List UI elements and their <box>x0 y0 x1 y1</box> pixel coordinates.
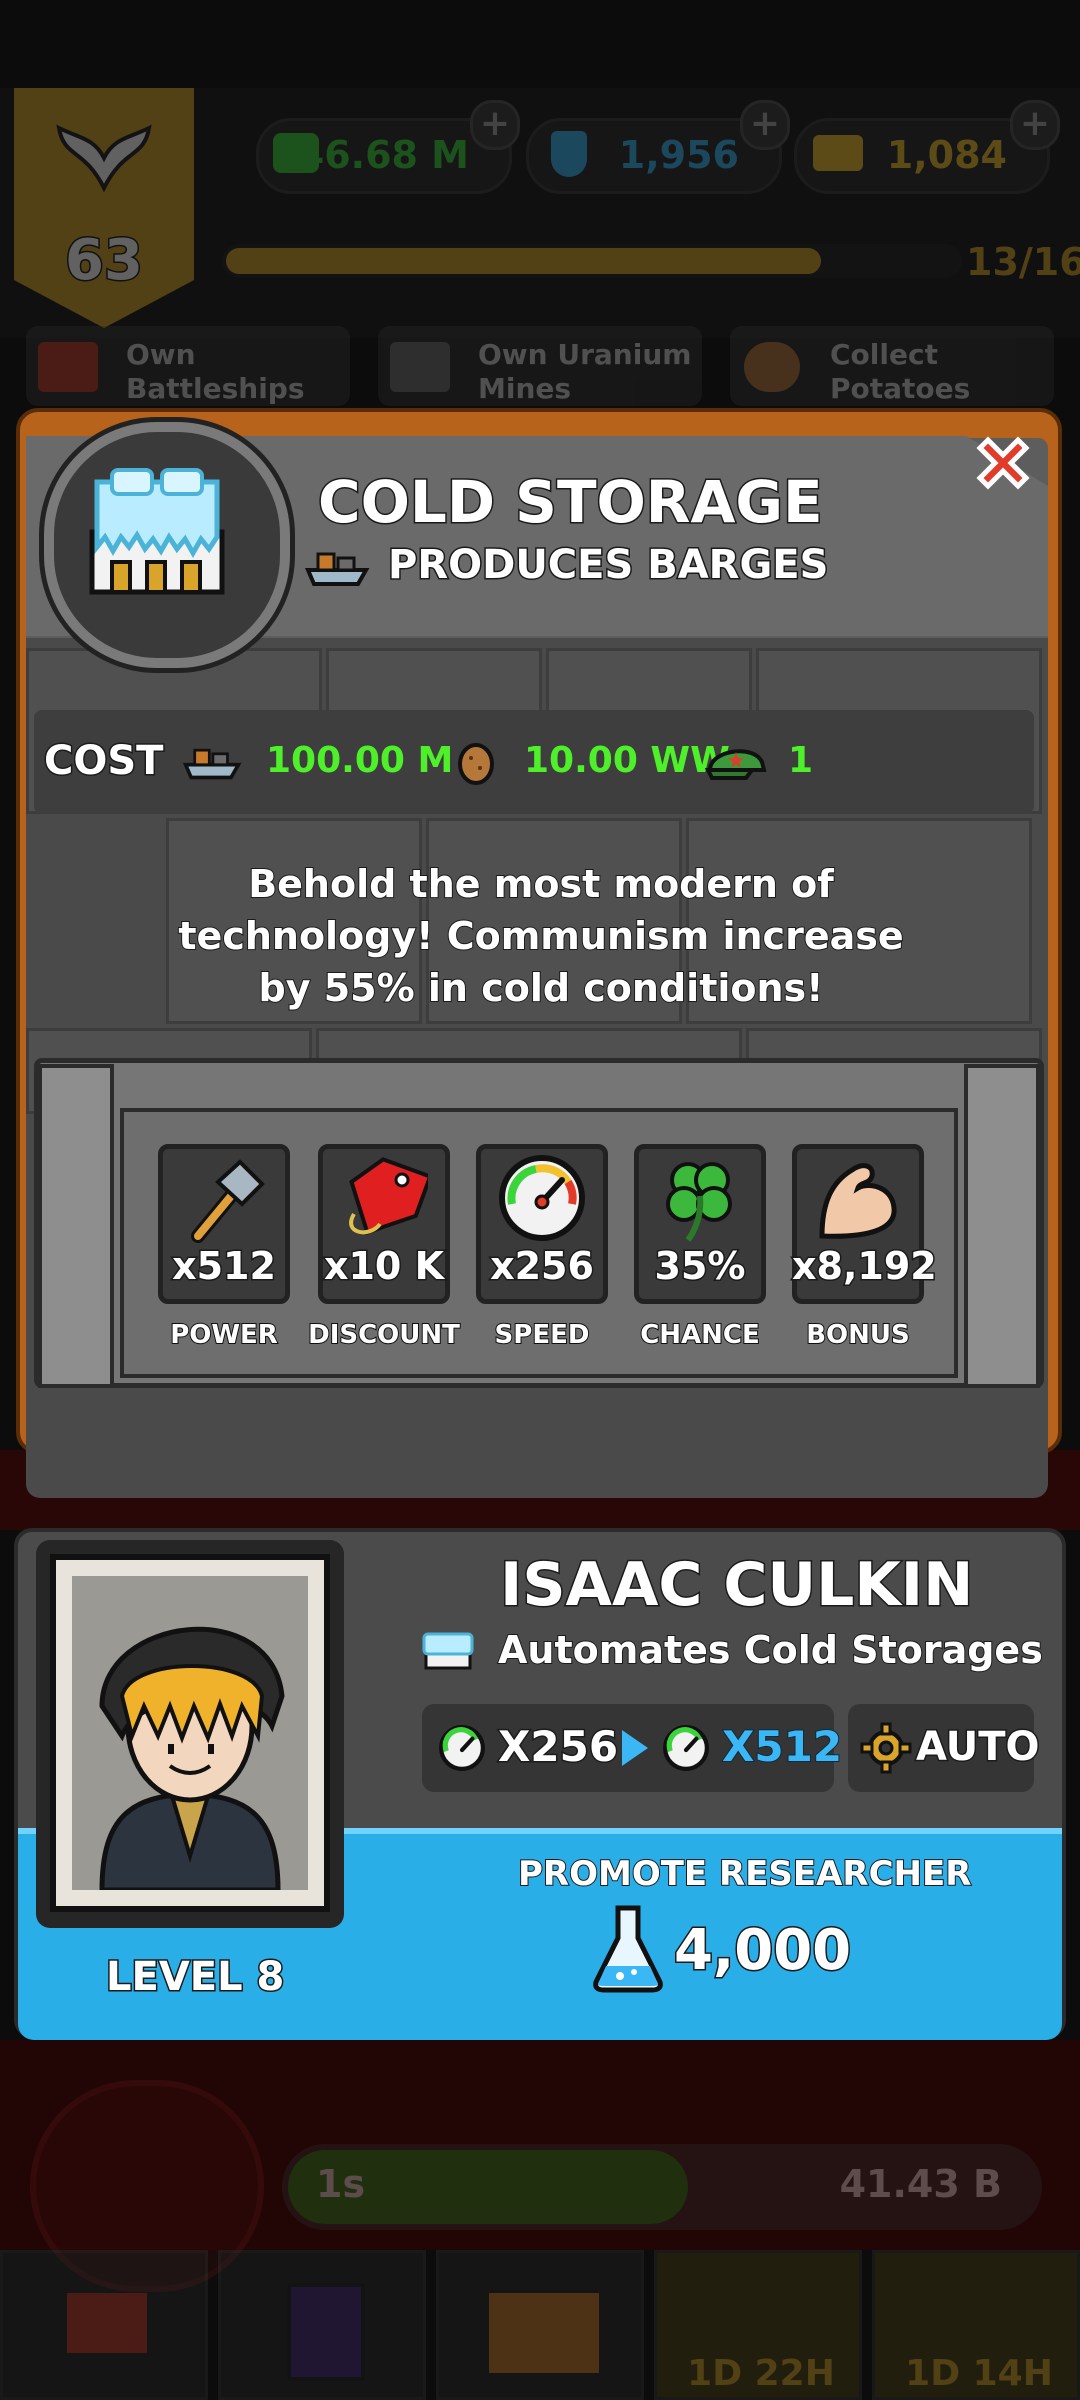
barge-icon <box>304 552 370 586</box>
nav-flag-button[interactable] <box>0 2250 208 2400</box>
researcher-portrait <box>36 1540 344 1928</box>
building-info-card: COLD STORAGE PRODUCES BARGES COST 100.00… <box>16 408 1062 1498</box>
researcher-level: LEVEL 8 <box>104 1953 285 2002</box>
nav-wings-button[interactable]: 1D 22H <box>654 2250 862 2400</box>
cold-storage-icon <box>422 1632 474 1670</box>
researcher-avatar-drawing <box>72 1576 308 1890</box>
production-bar[interactable]: 1s 41.43 B <box>282 2144 1042 2230</box>
speed-from: X256 <box>496 1721 619 1773</box>
speedometer-icon <box>439 1725 485 1771</box>
stat-label: POWER <box>169 1319 279 1351</box>
production-time: 1s <box>316 2162 366 2206</box>
speed-upgrade-chip: X256 X512 <box>422 1704 843 1792</box>
cost-value: 10.00 WW <box>524 740 730 781</box>
science-value: 1,956 <box>618 133 739 177</box>
mission-label: Own Uranium Mines <box>478 338 692 405</box>
progress-fill <box>226 248 821 274</box>
flask-icon <box>593 1905 663 1993</box>
cold-storage-icon <box>89 468 225 595</box>
building-icon-frame <box>44 422 290 668</box>
mission-card[interactable]: Own Battleships <box>26 326 350 406</box>
money-value: 146.68 M <box>271 133 469 177</box>
wings-icon <box>56 124 152 193</box>
stat-value: x512 <box>171 1243 278 1290</box>
clover-icon <box>666 1162 732 1242</box>
potato-icon <box>458 743 494 785</box>
player-level: 63 <box>64 227 145 295</box>
stat-value: 35% <box>653 1243 747 1290</box>
top-resource-bar: 63 146.68 M + 1,956 + 1,084 + 13/16 <box>0 88 1080 338</box>
nav-cards-button[interactable] <box>218 2250 426 2400</box>
auto-chip: AUTO <box>848 1704 1041 1792</box>
stat-power: x512 POWER <box>158 1144 290 1351</box>
stat-speed: x256 SPEED <box>476 1144 608 1351</box>
rail-post-right <box>964 1064 1040 1388</box>
speed-to: X512 <box>721 1721 843 1772</box>
arrow-right-icon <box>622 1730 648 1766</box>
level-progress-bar <box>222 244 962 278</box>
researcher-role: Automates Cold Storages <box>497 1627 1044 1673</box>
nav-folder-button[interactable] <box>436 2250 644 2400</box>
potato-icon <box>744 342 800 392</box>
building-title: COLD STORAGE <box>317 467 825 538</box>
production-value: 41.43 B <box>839 2162 1002 2206</box>
stat-label: CHANCE <box>639 1319 761 1351</box>
add-money-button[interactable]: + <box>470 100 520 150</box>
progress-label: 13/16 <box>966 240 1080 284</box>
stat-value: x10 K <box>322 1243 445 1290</box>
army-cap-icon <box>704 749 767 780</box>
researcher-card: PROMOTE RESEARCHER 4,000 LEVEL 8 ISAAC C… <box>14 1528 1066 2040</box>
stat-label: SPEED <box>494 1319 591 1351</box>
rail-post-left <box>38 1064 114 1388</box>
add-science-button[interactable]: + <box>740 100 790 150</box>
auto-label: AUTO <box>915 1723 1041 1772</box>
level-banner[interactable]: 63 <box>14 88 194 328</box>
stat-discount: x10 K DISCOUNT <box>307 1144 461 1351</box>
promote-label: PROMOTE RESEARCHER <box>517 1853 972 1895</box>
battleship-icon <box>38 342 98 392</box>
mission-card[interactable]: Own Uranium Mines <box>378 326 702 406</box>
stat-bonus: x8,192 BONUS <box>791 1144 939 1351</box>
building-produces: PRODUCES BARGES <box>386 541 829 590</box>
barge-icon <box>182 748 242 780</box>
researcher-avatar <box>72 1576 308 1890</box>
folder-icon <box>489 2293 599 2373</box>
cost-bar: COST 100.00 M 10.00 WW 1 <box>34 710 1034 814</box>
hammer-icon <box>191 1159 265 1243</box>
gold-value: 1,084 <box>886 133 1007 177</box>
cost-label: COST <box>42 737 164 786</box>
cards-icon <box>287 2283 365 2381</box>
researcher-name: ISAAC CULKIN <box>498 1549 974 1622</box>
close-icon[interactable] <box>970 430 1036 496</box>
building-description: Behold the most modern of technology! Co… <box>177 861 904 1011</box>
price-tag-icon <box>349 1157 428 1235</box>
cost-value: 1 <box>788 740 814 781</box>
gear-icon <box>860 1722 912 1774</box>
gold-bar-icon <box>813 135 863 171</box>
bicep-icon <box>819 1163 897 1239</box>
flask-icon <box>551 131 587 177</box>
nav-timer: 1D 14H <box>905 2353 1053 2394</box>
stat-label: BONUS <box>805 1319 911 1351</box>
nav-chest-button[interactable]: 1D 14H <box>872 2250 1080 2400</box>
uranium-mine-icon <box>390 342 450 392</box>
stat-value: x8,192 <box>791 1243 939 1290</box>
stat-value: x256 <box>489 1243 596 1290</box>
speedometer-icon <box>499 1155 585 1241</box>
promote-cost: 4,000 <box>672 1917 852 1985</box>
stat-label: DISCOUNT <box>307 1319 461 1351</box>
stat-chance: 35% CHANCE <box>634 1144 766 1351</box>
speedometer-icon <box>663 1725 709 1771</box>
mission-label: Own Battleships <box>126 338 305 405</box>
mission-card[interactable]: Collect Potatoes <box>730 326 1054 406</box>
nav-timer: 1D 22H <box>687 2353 835 2394</box>
mission-label: Collect Potatoes <box>830 338 971 405</box>
cost-value: 100.00 M <box>266 740 454 781</box>
flag-icon <box>67 2293 147 2353</box>
add-gold-button[interactable]: + <box>1010 100 1060 150</box>
